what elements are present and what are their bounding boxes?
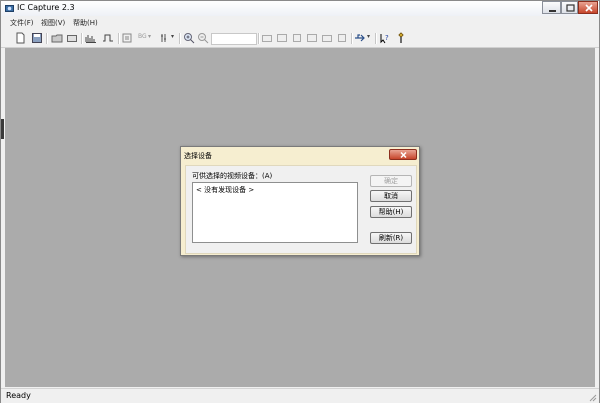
waveform-icon[interactable] bbox=[102, 32, 114, 44]
snapshot-icon[interactable] bbox=[261, 32, 273, 44]
save-icon[interactable] bbox=[31, 32, 43, 44]
refresh-button[interactable]: 刷新(R) bbox=[370, 232, 412, 244]
info-icon[interactable] bbox=[395, 32, 407, 44]
fullscreen-icon[interactable] bbox=[121, 32, 133, 44]
bg-dropdown[interactable]: BG bbox=[138, 33, 147, 40]
svg-text:?: ? bbox=[385, 34, 389, 42]
chevron-down-icon: ▾ bbox=[171, 33, 175, 40]
maximize-button[interactable] bbox=[561, 1, 578, 14]
dialog-title: 选择设备 bbox=[184, 152, 212, 160]
menu-file[interactable]: 文件(F) bbox=[10, 18, 34, 28]
camera-app-icon bbox=[5, 5, 14, 12]
open-icon[interactable] bbox=[51, 32, 63, 44]
window-title: IC Capture 2.3 bbox=[17, 3, 75, 12]
record-icon[interactable] bbox=[276, 32, 288, 44]
main-window: IC Capture 2.3 文件(F) 视图(V) 帮助(H) BG ▾ ▾ … bbox=[0, 0, 600, 403]
new-icon[interactable] bbox=[14, 32, 26, 44]
toolbar: BG ▾ ▾ ▾ ? bbox=[1, 30, 599, 48]
chevron-down-icon: ▾ bbox=[148, 33, 152, 40]
device-list[interactable]: < 没有发现设备 > bbox=[192, 182, 358, 243]
open-folder-icon[interactable] bbox=[66, 32, 78, 44]
status-text: Ready bbox=[6, 391, 31, 400]
maximize-icon bbox=[566, 4, 575, 12]
list-item[interactable]: < 没有发现设备 > bbox=[196, 185, 254, 195]
zoom-in-icon[interactable] bbox=[183, 32, 195, 44]
menu-bar: 文件(F) 视图(V) 帮助(H) bbox=[1, 17, 599, 29]
whats-this-help-icon[interactable]: ? bbox=[379, 32, 391, 44]
minimize-button[interactable] bbox=[542, 1, 561, 14]
capture-icon[interactable] bbox=[291, 32, 303, 44]
frame-icon[interactable] bbox=[306, 32, 318, 44]
ok-button[interactable]: 确定 bbox=[370, 175, 412, 187]
cancel-button[interactable]: 取消 bbox=[370, 190, 412, 202]
splitter-handle[interactable] bbox=[1, 119, 4, 139]
settings-icon[interactable] bbox=[336, 32, 348, 44]
histogram-icon[interactable] bbox=[85, 32, 97, 44]
minimize-icon bbox=[549, 10, 556, 12]
usb-device-icon[interactable] bbox=[354, 32, 366, 44]
export-icon[interactable] bbox=[321, 32, 333, 44]
help-button[interactable]: 帮助(H) bbox=[370, 206, 412, 218]
zoom-combo[interactable] bbox=[211, 33, 257, 45]
device-list-label: 可供选择的视频设备：(A) bbox=[192, 172, 273, 180]
chevron-down-icon: ▾ bbox=[367, 33, 371, 40]
zoom-out-icon[interactable] bbox=[197, 32, 209, 44]
title-bar[interactable]: IC Capture 2.3 bbox=[1, 1, 599, 16]
menu-help[interactable]: 帮助(H) bbox=[73, 18, 98, 28]
close-icon bbox=[585, 4, 593, 12]
close-button[interactable] bbox=[578, 1, 598, 14]
select-device-dialog: 选择设备 可供选择的视频设备：(A) < 没有发现设备 > 确定 取消 帮助(H… bbox=[180, 146, 420, 256]
dialog-close-button[interactable] bbox=[389, 149, 417, 160]
menu-view[interactable]: 视图(V) bbox=[41, 18, 65, 28]
resize-grip-icon[interactable] bbox=[587, 392, 597, 402]
status-bar: Ready bbox=[1, 388, 599, 403]
close-icon bbox=[400, 151, 407, 159]
dialog-body: 可供选择的视频设备：(A) < 没有发现设备 > 确定 取消 帮助(H) 刷新(… bbox=[185, 165, 417, 254]
properties-icon[interactable] bbox=[159, 32, 171, 44]
